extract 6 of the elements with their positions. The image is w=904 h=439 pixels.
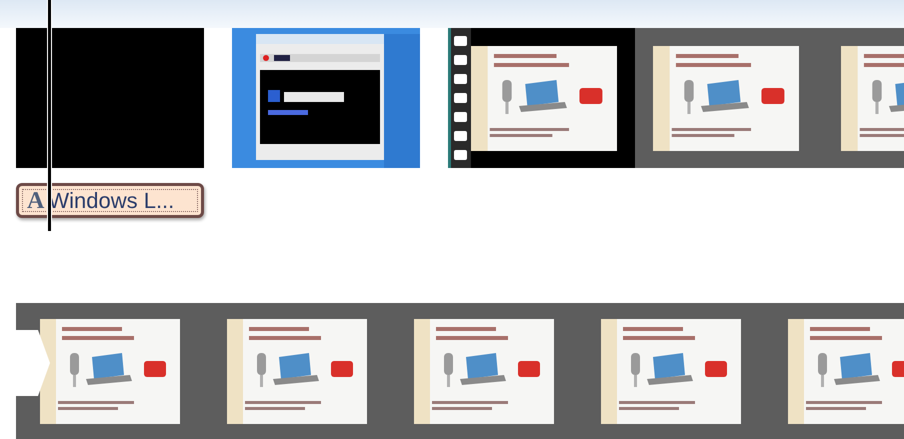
- transition-marker-icon: [16, 330, 50, 396]
- playhead[interactable]: [47, 0, 52, 231]
- title-caption[interactable]: A Windows L...: [16, 183, 204, 218]
- caption-text: Windows L...: [48, 187, 174, 215]
- film-strip-icon: [448, 28, 471, 168]
- text-icon: A: [27, 182, 44, 218]
